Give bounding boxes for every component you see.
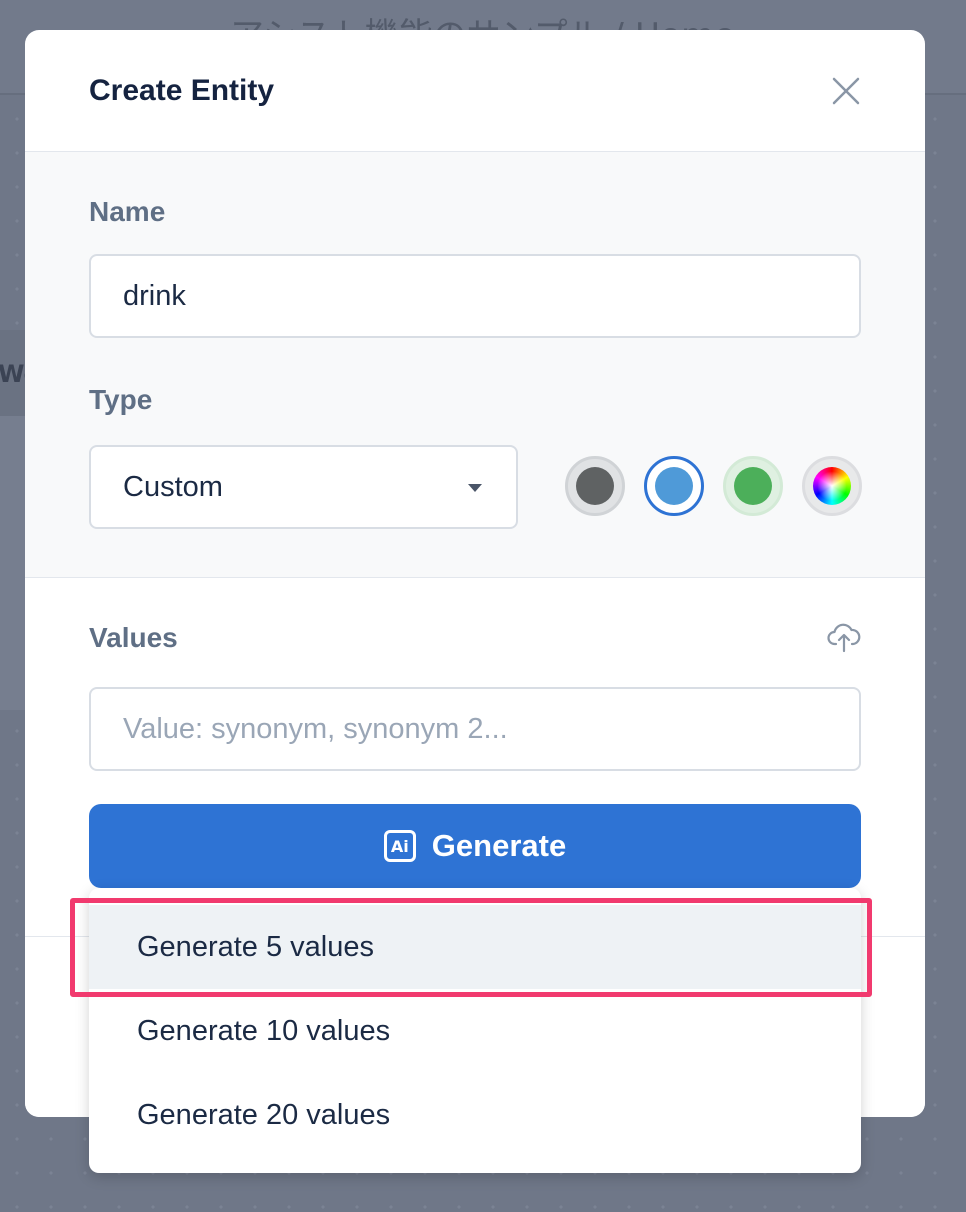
menu-item-label: Generate 10 values <box>137 1014 391 1047</box>
type-select-value: Custom <box>123 470 223 503</box>
menu-item-generate-20[interactable]: Generate 20 values <box>89 1073 861 1157</box>
ai-icon: Ai <box>383 830 416 862</box>
menu-item-generate-5[interactable]: Generate 5 values <box>89 905 861 989</box>
name-input[interactable]: drink <box>89 254 861 338</box>
values-input[interactable]: Value: synonym, synonym 2... <box>89 687 861 771</box>
name-label: Name <box>89 196 166 227</box>
values-input-placeholder: Value: synonym, synonym 2... <box>123 712 508 745</box>
generate-button[interactable]: Ai Generate <box>89 804 861 888</box>
cloud-upload-icon[interactable] <box>827 620 861 654</box>
values-label: Values <box>89 622 178 653</box>
modal-title: Create Entity <box>89 73 275 107</box>
type-select[interactable]: Custom <box>89 445 518 529</box>
color-swatch-custom[interactable] <box>802 456 862 516</box>
menu-item-generate-10[interactable]: Generate 10 values <box>89 989 861 1073</box>
entity-settings-section: Name drink Type Custom <box>25 152 925 578</box>
menu-item-label: Generate 5 values <box>137 930 374 963</box>
values-section: Values Value: synonym, synonym 2... Ai G… <box>25 578 925 938</box>
generate-options-menu: Generate 5 values Generate 10 values Gen… <box>89 888 861 1173</box>
close-icon[interactable] <box>831 76 861 106</box>
color-swatch-green[interactable] <box>723 456 783 516</box>
color-swatch-blue[interactable] <box>644 456 704 516</box>
type-label: Type <box>89 384 153 415</box>
caret-down-icon <box>468 484 482 492</box>
color-swatch-gray[interactable] <box>565 456 625 516</box>
menu-item-label: Generate 20 values <box>137 1098 391 1131</box>
name-input-value: drink <box>123 279 186 312</box>
color-wheel-icon <box>813 467 851 505</box>
generate-button-label: Generate <box>431 828 567 863</box>
modal-header: Create Entity <box>25 30 925 152</box>
